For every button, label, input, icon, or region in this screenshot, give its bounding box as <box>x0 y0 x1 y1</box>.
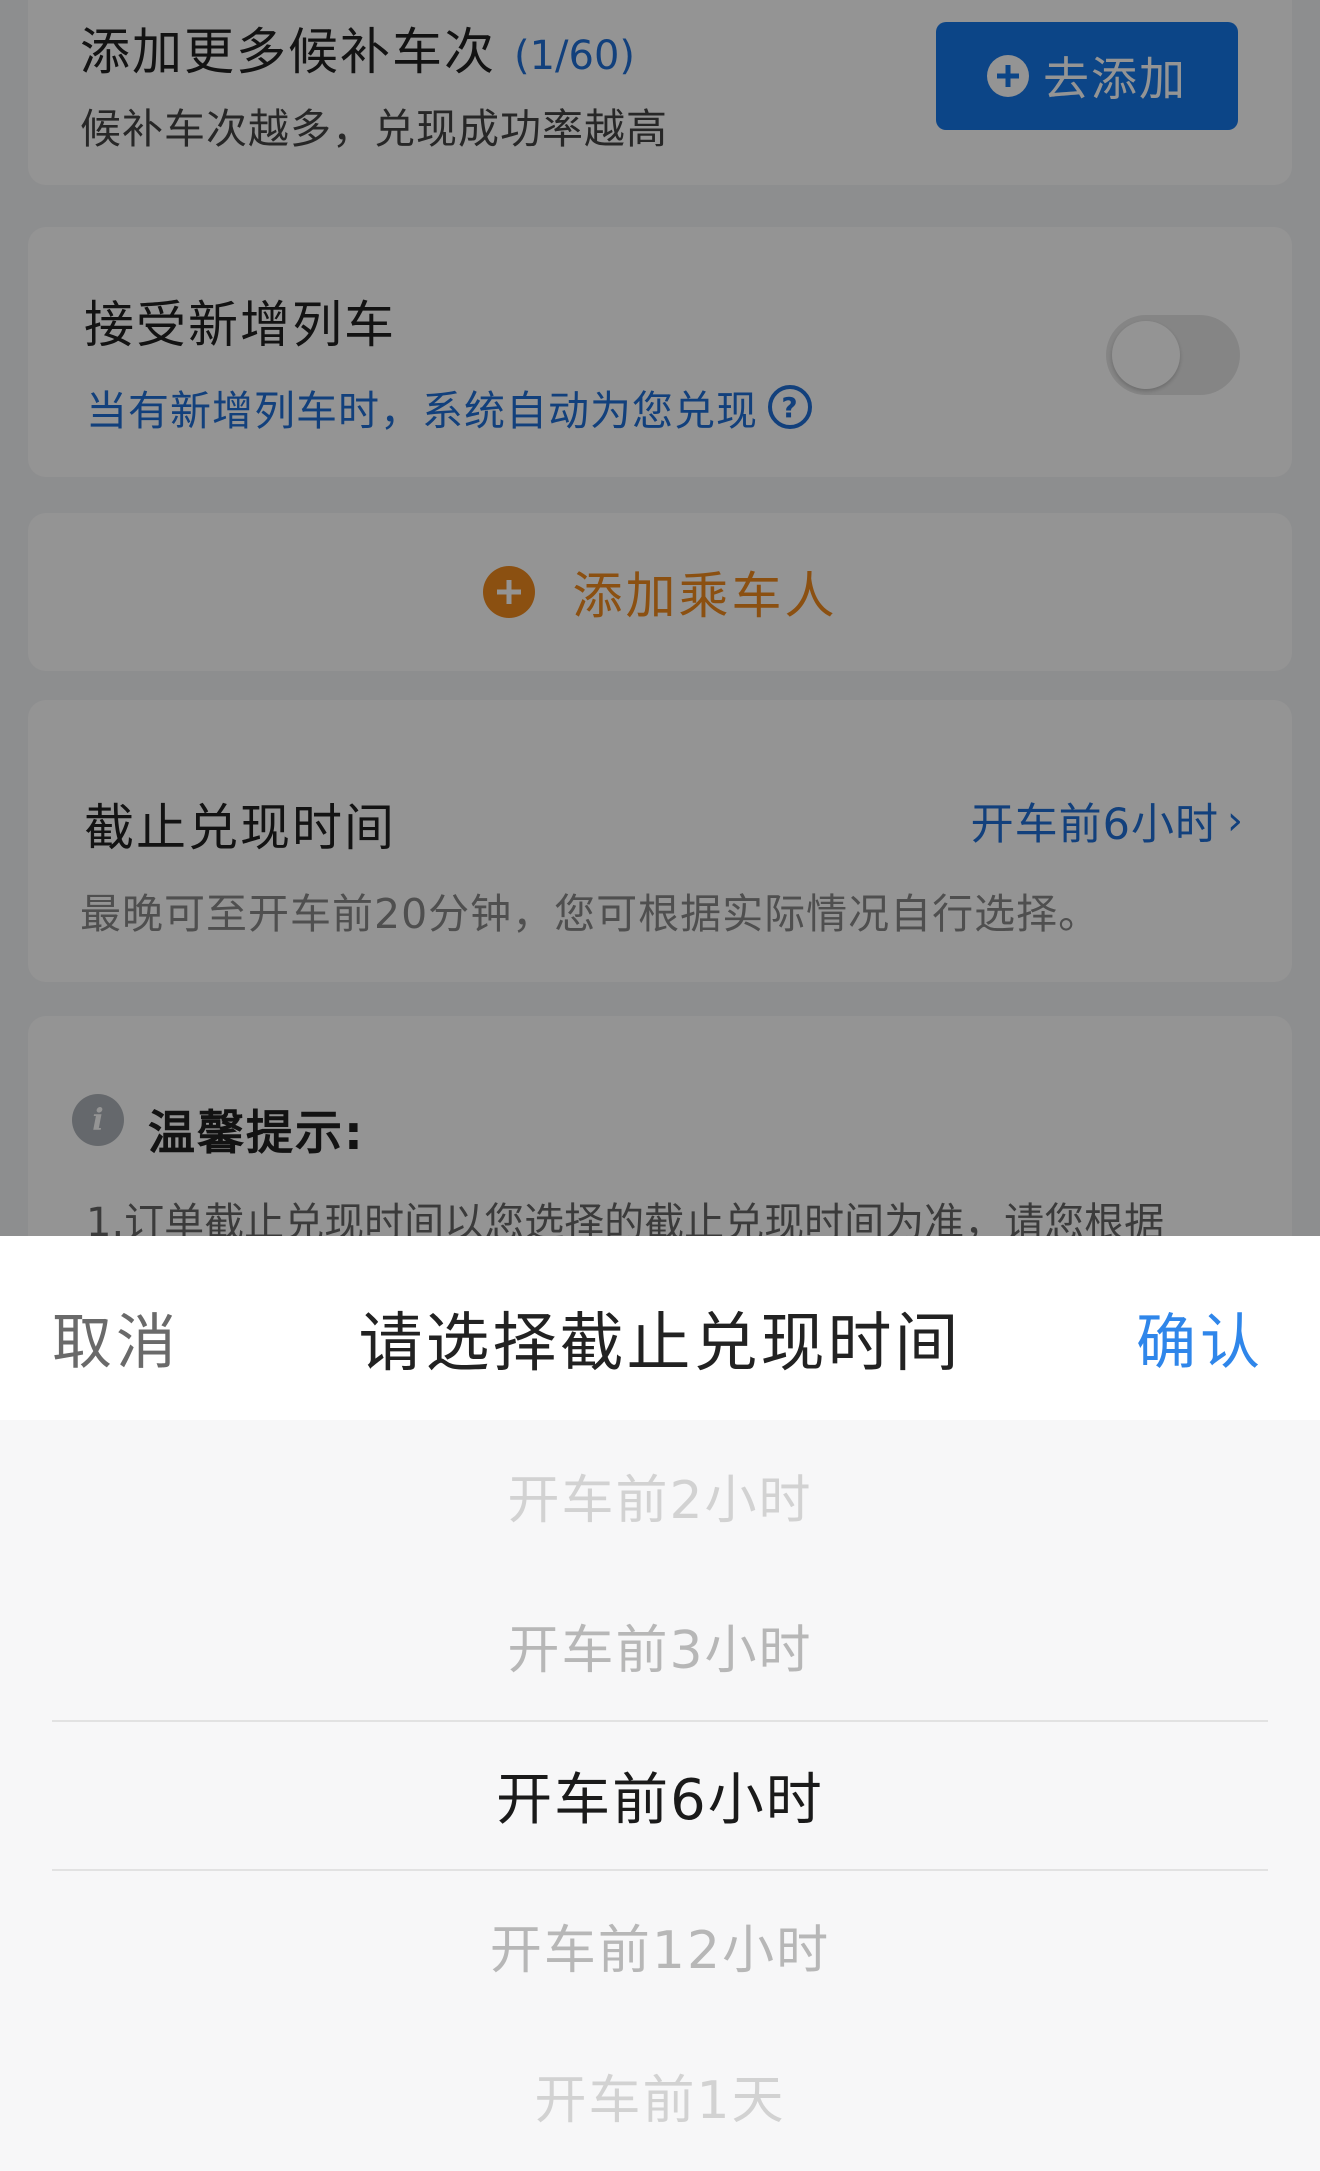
background-page: 添加更多候补车次 (1/60) 候补车次越多，兑现成功率越高 去添加 接受新增列车… <box>0 0 1320 1236</box>
picker-option-selected[interactable]: 开车前6小时 <box>0 1720 1320 1870</box>
picker-option[interactable]: 开车前3小时 <box>0 1570 1320 1720</box>
deadline-picker-sheet: 取消 请选择截止兑现时间 确认 开车前2小时 开车前3小时 开车前6小时 开车前… <box>0 1236 1320 2171</box>
time-picker-wheel[interactable]: 开车前2小时 开车前3小时 开车前6小时 开车前12小时 开车前1天 <box>0 1420 1320 2171</box>
picker-option[interactable]: 开车前12小时 <box>0 1870 1320 2020</box>
modal-overlay[interactable] <box>0 0 1320 1236</box>
picker-option[interactable]: 开车前2小时 <box>0 1420 1320 1570</box>
sheet-header: 取消 请选择截止兑现时间 确认 <box>0 1236 1320 1420</box>
picker-option[interactable]: 开车前1天 <box>0 2020 1320 2170</box>
confirm-button[interactable]: 确认 <box>1136 1294 1264 1381</box>
sheet-title: 请选择截止兑现时间 <box>358 1307 962 1381</box>
